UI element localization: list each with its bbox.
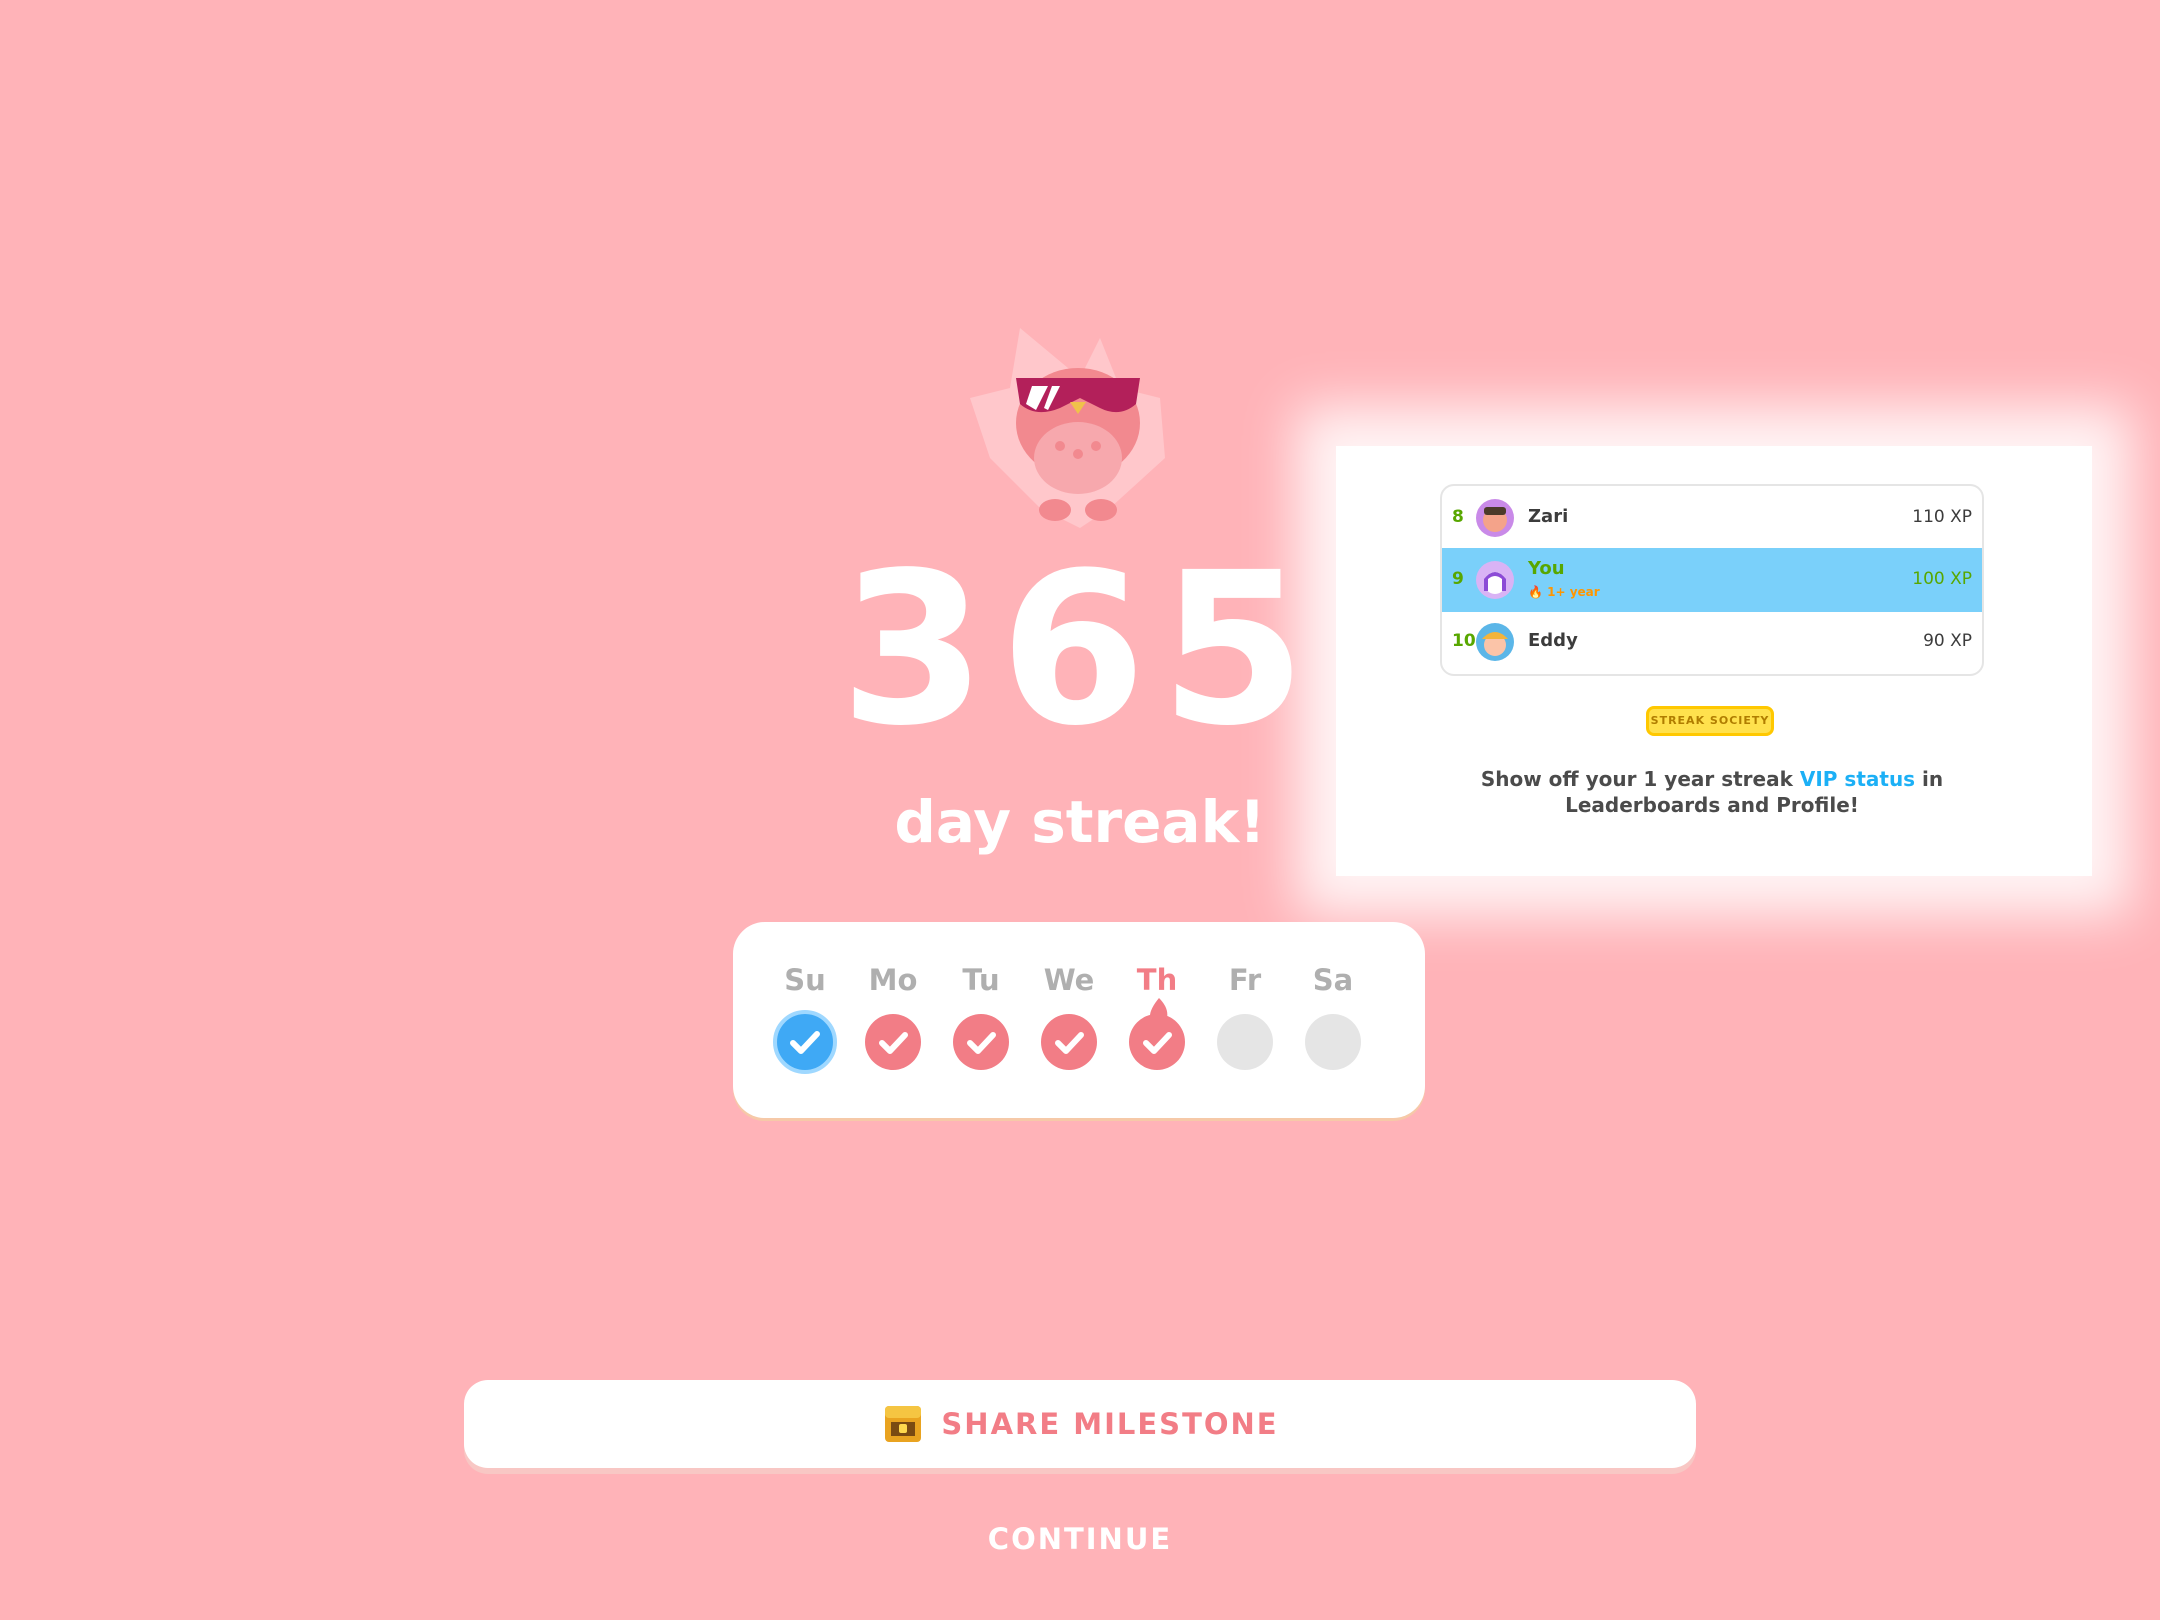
streak-freeze-icon bbox=[773, 1010, 837, 1074]
day-monday: Mo bbox=[849, 922, 937, 1118]
day-thursday: Th bbox=[1113, 922, 1201, 1118]
xp-value: 90 XP bbox=[1923, 631, 1972, 651]
day-label: Tu bbox=[962, 963, 1000, 997]
xp-value: 100 XP bbox=[1912, 569, 1972, 589]
day-label: We bbox=[1043, 963, 1095, 997]
vip-description: Show off your 1 year streak VIP status i… bbox=[1480, 767, 1944, 817]
streak-society-badge: STREAK SOCIETY bbox=[1646, 706, 1774, 736]
avatar bbox=[1476, 499, 1514, 537]
leaderboard-row-you: 9 You 🔥 1+ year 100 XP bbox=[1442, 548, 1982, 612]
day-label: Fr bbox=[1228, 963, 1262, 997]
streak-count: 365 bbox=[839, 527, 1321, 772]
avatar bbox=[1476, 623, 1514, 661]
leaderboard-preview: 8 Zari 110 XP 9 You 🔥 1+ year 100 XP 10 … bbox=[1440, 484, 1984, 676]
day-tuesday: Tu bbox=[937, 922, 1025, 1118]
weekly-streak-card: Su Mo Tu We Th Fr Sa bbox=[733, 922, 1425, 1118]
day-label: Mo bbox=[868, 963, 918, 997]
leaderboard-row: 10 Eddy 90 XP bbox=[1442, 610, 1982, 674]
day-friday: Fr bbox=[1201, 922, 1289, 1118]
vip-status-card: 8 Zari 110 XP 9 You 🔥 1+ year 100 XP 10 … bbox=[1336, 446, 2092, 876]
share-milestone-label: SHARE MILESTONE bbox=[941, 1407, 1279, 1441]
player-name: Eddy bbox=[1528, 630, 1578, 651]
check-icon bbox=[953, 1014, 1009, 1070]
player-name: Zari bbox=[1528, 506, 1569, 527]
empty-day-icon bbox=[1217, 1014, 1273, 1070]
day-label: Sa bbox=[1312, 963, 1354, 997]
xp-value: 110 XP bbox=[1912, 507, 1972, 527]
treasure-chest-icon bbox=[885, 1406, 922, 1442]
owl-mascot-icon bbox=[960, 318, 1200, 538]
day-label: Su bbox=[784, 963, 826, 997]
streak-label: day streak! bbox=[894, 788, 1266, 856]
day-wednesday: We bbox=[1025, 922, 1113, 1118]
day-saturday: Sa bbox=[1289, 922, 1377, 1118]
day-label: Th bbox=[1136, 963, 1178, 997]
continue-button[interactable]: CONTINUE bbox=[830, 1514, 1330, 1564]
share-milestone-button[interactable]: SHARE MILESTONE bbox=[464, 1380, 1696, 1468]
empty-day-icon bbox=[1305, 1014, 1361, 1070]
day-sunday: Su bbox=[761, 922, 849, 1118]
streak-badge: 🔥 1+ year bbox=[1528, 585, 1600, 599]
check-icon bbox=[865, 1014, 921, 1070]
check-icon bbox=[1041, 1014, 1097, 1070]
rank-number: 8 bbox=[1452, 507, 1464, 527]
rank-number: 9 bbox=[1452, 569, 1464, 589]
check-icon bbox=[1129, 1014, 1185, 1070]
rank-number: 10 bbox=[1452, 631, 1476, 651]
avatar bbox=[1476, 561, 1514, 599]
leaderboard-row: 8 Zari 110 XP bbox=[1442, 486, 1982, 550]
player-name: You bbox=[1528, 558, 1565, 579]
